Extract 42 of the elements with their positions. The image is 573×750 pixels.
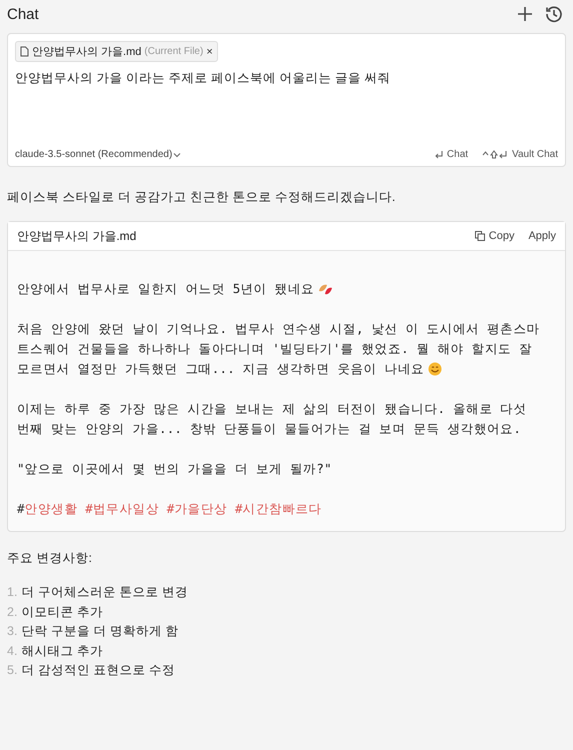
enter-icon: [434, 150, 443, 159]
panel-title: Chat: [7, 6, 39, 22]
file-name: 안양법무사의 가을.md: [32, 45, 142, 59]
copy-button[interactable]: Copy: [474, 230, 514, 242]
hashtag-line: #안양생활 #법무사일상 #가을단상 #시간참빠르다: [17, 500, 323, 518]
code-line: 처음 안양에 왔던 날이 기억나요. 법무사 연수생 시절, 낯선 이 도시에서 평촌스마: [17, 320, 540, 338]
list-item-text: 해시태그 추가: [21, 644, 103, 658]
reply-text: 페이스북 스타일로 더 공감가고 친근한 톤으로 수정해드리겠습니다.: [7, 189, 396, 206]
file-icon: [20, 46, 29, 57]
list-number: 2.: [7, 604, 18, 618]
list-number: 5.: [7, 663, 18, 677]
changes-heading: 주요 변경사항:: [7, 550, 93, 567]
code-line: 트스퀘어 건물들을 하나하나 돌아다니며 '빌딩타기'를 했었죠. 뭘 해야 할지도 잘: [17, 340, 532, 358]
file-note: (Current File): [144, 46, 204, 57]
list-number: 3.: [7, 624, 18, 638]
copy-icon: [474, 231, 485, 241]
apply-button[interactable]: Apply: [528, 230, 556, 242]
chat-input-card[interactable]: 안양법무사의 가을.md (Current File) × 안양법무사의 가을 이라는 주제로 페이스북에 어울리는 글을 써줘 claude-3.5-sonnet (Recommended) Chat Vault Chat: [7, 33, 566, 167]
code-line: 이제는 하루 중 가장 많은 시간을 보내는 제 삶의 터전이 됐습니다. 올해로 다섯: [17, 400, 527, 418]
list-item-text: 이모티콘 추가: [21, 604, 103, 618]
code-line: 안양에서 법무사로 일한지 어느덧 5년이 됐네요: [17, 280, 314, 298]
list-number: 4.: [7, 644, 18, 658]
code-line: 번째 맞는 안양의 가을... 창밖 단풍들이 물들어가는 걸 보며 문득 생각했어요.: [17, 420, 522, 438]
list-item-text: 더 구어체스러운 톤으로 변경: [21, 585, 188, 599]
leaf-icon: [318, 282, 334, 296]
list-item-text: 더 감성적인 표현으로 수정: [21, 663, 175, 677]
list-item-text: 단락 구분을 더 명확하게 함: [21, 624, 178, 638]
plus-icon[interactable]: [517, 6, 533, 22]
history-icon[interactable]: [545, 5, 563, 23]
smile-icon: [428, 362, 442, 376]
message-text[interactable]: 안양법무사의 가을 이라는 주제로 페이스북에 어울리는 글을 써줘: [15, 70, 558, 87]
file-chip[interactable]: 안양법무사의 가을.md (Current File) ×: [15, 41, 218, 62]
code-line: 모르면서 열정만 가득했던 그때... 지금 생각하면 웃음이 나네요: [17, 360, 424, 378]
code-filename: 안양법무사의 가을.md: [17, 228, 136, 244]
list-number: 1.: [7, 585, 18, 599]
model-selector[interactable]: claude-3.5-sonnet (Recommended): [15, 149, 182, 160]
chat-button[interactable]: Chat: [434, 149, 468, 160]
vault-chat-button[interactable]: Vault Chat: [482, 149, 558, 160]
shortcut-keys-icon: [482, 150, 508, 159]
close-button[interactable]: ×: [206, 46, 213, 58]
code-line: "앞으로 이곳에서 몇 번의 가을을 더 보게 될까?": [17, 460, 332, 478]
chevron-icon: [173, 152, 182, 158]
